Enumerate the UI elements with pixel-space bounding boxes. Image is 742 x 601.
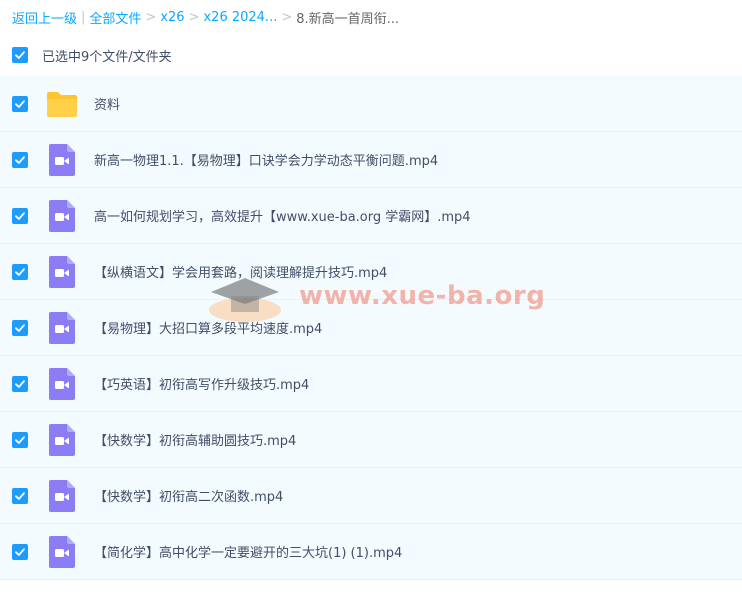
video-icon bbox=[46, 255, 78, 288]
row-checkbox[interactable] bbox=[12, 543, 28, 560]
breadcrumb-current: 8.新高一首周衔... bbox=[296, 11, 400, 27]
file-name[interactable]: 【快数学】初衔高二次函数.mp4 bbox=[94, 486, 283, 505]
checkmark-icon bbox=[15, 323, 25, 332]
checkmark-icon bbox=[15, 547, 25, 556]
breadcrumb-item-x26[interactable]: x26 bbox=[160, 10, 184, 25]
breadcrumb-separator: > bbox=[145, 9, 157, 25]
file-name[interactable]: 高一如何规划学习，高效提升【www.xue-ba.org 学霸网】.mp4 bbox=[94, 206, 471, 225]
checkmark-icon bbox=[15, 51, 25, 59]
checkmark-icon bbox=[15, 491, 25, 500]
row-checkbox[interactable] bbox=[12, 207, 28, 224]
back-link[interactable]: 返回上一级 bbox=[12, 8, 77, 27]
breadcrumb-item-x26-2024[interactable]: x26 2024... bbox=[203, 10, 277, 25]
folder-icon bbox=[46, 88, 78, 120]
list-item[interactable]: 新高一物理1.1.【易物理】口诀学会力学动态平衡问题.mp4 bbox=[0, 132, 742, 188]
file-name[interactable]: 【纵横语文】学会用套路，阅读理解提升技巧.mp4 bbox=[94, 262, 387, 281]
file-name[interactable]: 【简化学】高中化学一定要避开的三大坑(1) (1).mp4 bbox=[94, 542, 402, 561]
list-item[interactable]: 【快数学】初衔高辅助圆技巧.mp4 bbox=[0, 412, 742, 468]
breadcrumb-separator: > bbox=[281, 9, 293, 25]
row-checkbox[interactable] bbox=[12, 319, 28, 336]
breadcrumb-divider: | bbox=[81, 9, 86, 25]
all-files-link[interactable]: 全部文件 bbox=[89, 8, 141, 27]
row-checkbox[interactable] bbox=[12, 263, 28, 280]
video-icon bbox=[46, 423, 78, 456]
checkmark-icon bbox=[15, 99, 25, 108]
list-item[interactable]: 【简化学】高中化学一定要避开的三大坑(1) (1).mp4 bbox=[0, 524, 742, 580]
breadcrumb-separator: > bbox=[188, 9, 200, 25]
checkmark-icon bbox=[15, 155, 25, 164]
row-checkbox[interactable] bbox=[12, 431, 28, 448]
video-icon bbox=[46, 311, 78, 344]
checkmark-icon bbox=[15, 267, 25, 276]
video-icon bbox=[46, 367, 78, 400]
video-icon bbox=[46, 199, 78, 232]
file-name[interactable]: 资料 bbox=[94, 94, 120, 113]
list-item[interactable]: 【快数学】初衔高二次函数.mp4 bbox=[0, 468, 742, 524]
file-name[interactable]: 【快数学】初衔高辅助圆技巧.mp4 bbox=[94, 430, 296, 449]
row-checkbox[interactable] bbox=[12, 487, 28, 504]
file-name[interactable]: 【巧英语】初衔高写作升级技巧.mp4 bbox=[94, 374, 309, 393]
row-checkbox[interactable] bbox=[12, 151, 28, 168]
checkmark-icon bbox=[15, 211, 25, 220]
list-item[interactable]: 资料 bbox=[0, 76, 742, 132]
video-icon bbox=[46, 535, 78, 568]
row-checkbox[interactable] bbox=[12, 375, 28, 392]
list-item[interactable]: 高一如何规划学习，高效提升【www.xue-ba.org 学霸网】.mp4 bbox=[0, 188, 742, 244]
list-item[interactable]: 【纵横语文】学会用套路，阅读理解提升技巧.mp4 bbox=[0, 244, 742, 300]
row-checkbox[interactable] bbox=[12, 95, 28, 112]
file-list: 资料新高一物理1.1.【易物理】口诀学会力学动态平衡问题.mp4 高一如何规划学习… bbox=[0, 76, 742, 580]
selection-count: 已选中9个文件/文件夹 bbox=[42, 49, 172, 65]
file-name[interactable]: 新高一物理1.1.【易物理】口诀学会力学动态平衡问题.mp4 bbox=[94, 150, 438, 169]
file-name[interactable]: 【易物理】大招口算多段平均速度.mp4 bbox=[94, 318, 322, 337]
list-item[interactable]: 【易物理】大招口算多段平均速度.mp4 bbox=[0, 300, 742, 356]
list-item[interactable]: 【巧英语】初衔高写作升级技巧.mp4 bbox=[0, 356, 742, 412]
checkmark-icon bbox=[15, 379, 25, 388]
checkmark-icon bbox=[15, 435, 25, 444]
video-icon bbox=[46, 143, 78, 176]
breadcrumb: 返回上一级 | 全部文件 > x26 > x26 2024... > 8.新高一… bbox=[0, 0, 742, 34]
selection-bar: 已选中9个文件/文件夹 bbox=[0, 34, 742, 76]
select-all-checkbox[interactable] bbox=[12, 47, 28, 63]
video-icon bbox=[46, 479, 78, 512]
